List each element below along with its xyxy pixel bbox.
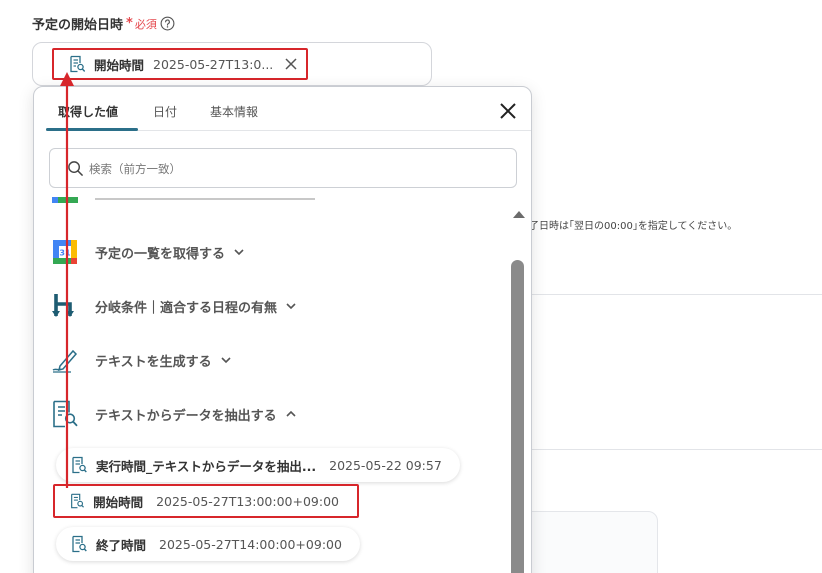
value-picker-panel: 取得した値 日付 基本情報 31 予定の一覧を取得する	[33, 86, 532, 573]
required-star: *	[126, 16, 133, 31]
section-label: 分岐条件｜適合する日程の有無	[95, 300, 278, 316]
chip-label: 開始時間	[94, 57, 145, 73]
chip-value: 2025-05-27T13:0...	[153, 56, 274, 72]
section-get-event-list[interactable]: 31 予定の一覧を取得する	[51, 238, 245, 266]
document-search-icon	[71, 493, 84, 509]
document-search-icon	[53, 400, 78, 428]
section-label: テキストからデータを抽出する	[95, 408, 277, 424]
active-tab-indicator	[46, 128, 138, 131]
document-search-icon	[72, 456, 87, 474]
chevron-up-icon	[286, 410, 296, 417]
item-label: 実行時間_テキストからデータを抽出...	[96, 458, 317, 474]
section-label: テキストを生成する	[95, 354, 212, 370]
section-generate-text[interactable]: テキストを生成する	[51, 346, 232, 374]
item-label: 終了時間	[96, 537, 147, 553]
value-item-execution-time[interactable]: 実行時間_テキストからデータを抽出... 2025-05-22 09:57	[56, 448, 460, 482]
section-label: 予定の一覧を取得する	[95, 246, 226, 262]
help-icon[interactable]	[160, 16, 175, 31]
picker-tabs: 取得した値 日付 基本情報	[46, 87, 531, 131]
background-card	[520, 511, 658, 573]
google-calendar-icon: 31	[53, 240, 77, 264]
close-icon[interactable]	[498, 101, 518, 121]
branch-icon	[52, 294, 74, 317]
chevron-down-icon	[221, 357, 231, 364]
divider	[532, 294, 822, 295]
value-item-start-time[interactable]: 開始時間 2025-05-27T13:00:00+09:00	[53, 484, 359, 518]
field-label-text: 予定の開始日時	[32, 18, 124, 33]
pen-icon	[52, 349, 78, 373]
value-item-end-time[interactable]: 終了時間 2025-05-27T14:00:00+09:00	[56, 527, 360, 561]
selected-value-chip[interactable]: 開始時間 2025-05-27T13:0...	[52, 48, 309, 80]
item-label: 開始時間	[93, 494, 144, 510]
item-value: 2025-05-22 09:57	[329, 457, 442, 473]
tab-basic-info[interactable]: 基本情報	[210, 103, 258, 120]
document-search-icon	[72, 535, 87, 553]
item-value: 2025-05-27T13:00:00+09:00	[156, 493, 339, 509]
chevron-down-icon	[234, 249, 244, 256]
chevron-down-icon	[286, 303, 296, 310]
remove-chip-icon[interactable]	[284, 57, 298, 71]
tab-retrieved-values[interactable]: 取得した値	[58, 103, 118, 120]
scrollbar-thumb[interactable]	[511, 260, 524, 573]
search-input[interactable]	[89, 159, 489, 179]
tab-date[interactable]: 日付	[153, 103, 177, 120]
search-box[interactable]	[49, 148, 517, 188]
divider	[532, 449, 822, 450]
section-branch-condition[interactable]: 分岐条件｜適合する日程の有無	[51, 292, 297, 320]
item-value: 2025-05-27T14:00:00+09:00	[159, 536, 342, 552]
required-text: 必須	[134, 17, 157, 31]
document-search-icon	[70, 55, 85, 73]
end-datetime-hint: 了日時は｢翌日の00:00｣を指定してください。	[529, 221, 738, 232]
scroll-up-icon[interactable]	[512, 209, 526, 219]
field-label: 予定の開始日時 * 必須	[32, 14, 175, 33]
search-icon	[68, 161, 83, 176]
svg-text:31: 31	[59, 249, 71, 258]
scrolled-off-row	[50, 197, 520, 203]
section-extract-data[interactable]: テキストからデータを抽出する	[51, 400, 297, 428]
